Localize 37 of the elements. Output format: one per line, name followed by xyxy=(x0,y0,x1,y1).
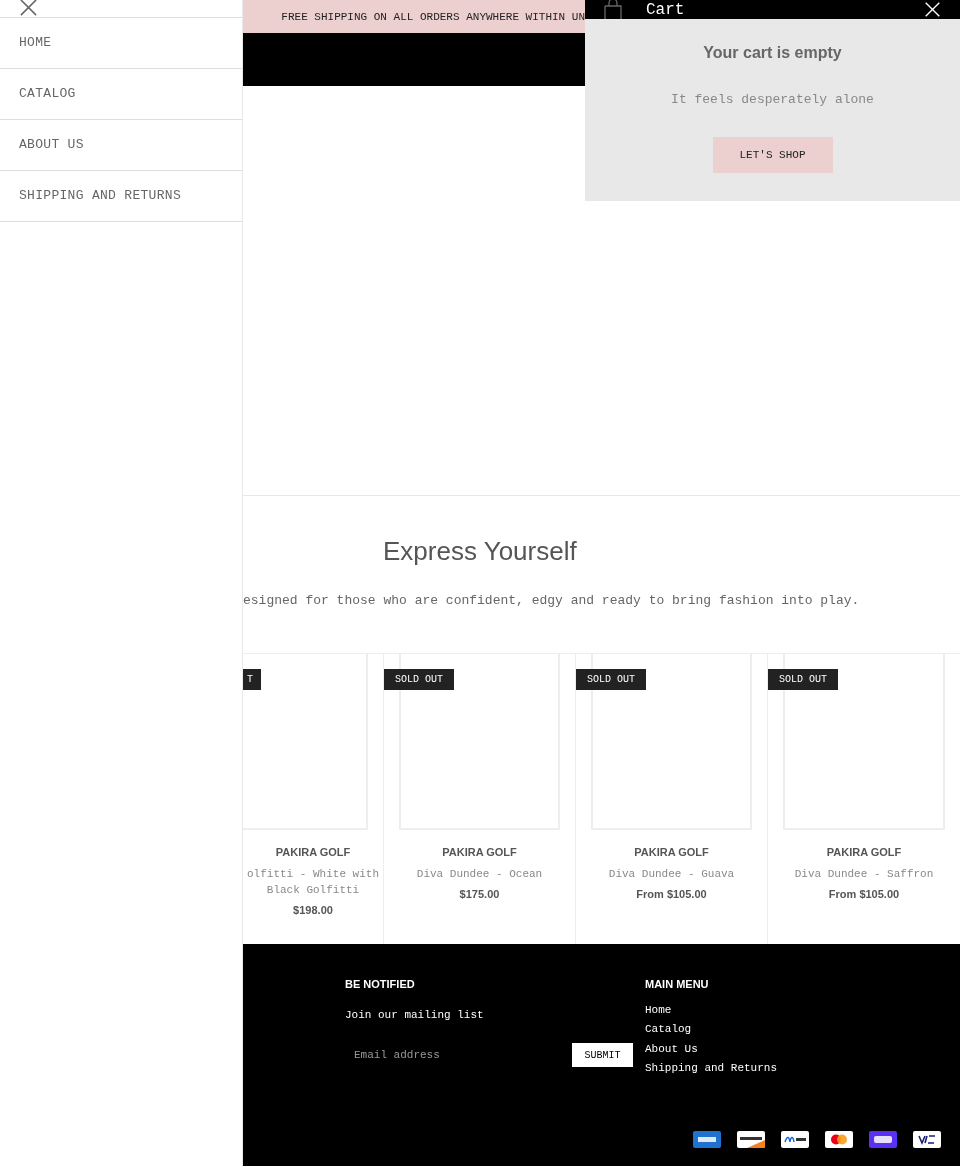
cart-title: Cart xyxy=(646,0,686,19)
footer-menu-link[interactable]: Catalog xyxy=(645,1022,778,1038)
cart-empty-title: Your cart is empty xyxy=(703,44,842,62)
newsletter-heading: BE NOTIFIED xyxy=(345,978,416,990)
product-name[interactable]: Diva Dundee - Guava xyxy=(584,866,759,882)
product-vendor: PAKIRA GOLF xyxy=(633,846,710,858)
product-price: From $105.00 xyxy=(827,888,901,900)
product-price: $175.00 xyxy=(458,888,501,900)
product-vendor: PAKIRA GOLF xyxy=(825,846,903,858)
sold-out-badge: SOLD OUT xyxy=(384,669,454,690)
product-name[interactable]: olfitti - White with Black Golfitti xyxy=(243,866,383,898)
footer-menu-link[interactable]: Home xyxy=(645,1003,778,1019)
menu-item[interactable]: CATALOG xyxy=(0,69,242,120)
product-vendor: PAKIRA GOLF xyxy=(274,846,352,858)
product-vendor: PAKIRA GOLF xyxy=(441,846,518,858)
sold-out-badge: SOLD OUT xyxy=(576,669,646,690)
announcement-text: FREE SHIPPING ON ALL ORDERS ANYWHERE WITHIN UN xyxy=(281,10,585,23)
lets-shop-button[interactable]: LET'S SHOP xyxy=(712,137,833,173)
cart-empty-text: It feels desperately alone xyxy=(671,92,874,107)
footer-menu-link[interactable]: Shipping and Returns xyxy=(645,1061,778,1077)
menu-item[interactable]: SHIPPING AND RETURNS xyxy=(0,171,242,222)
mastercard-icon xyxy=(825,1131,853,1148)
product-name[interactable]: Diva Dundee - Ocean xyxy=(392,866,567,882)
menu-item[interactable]: ABOUT US xyxy=(0,120,242,171)
collection-description: esigned for those who are confident, edgy and ready to bring fashion into play. xyxy=(243,593,861,608)
menu-heading: MAIN MENU xyxy=(645,978,710,990)
product-name[interactable]: Diva Dundee - Saffron xyxy=(776,866,952,882)
sold-out-badge: SOLD OUT xyxy=(768,669,838,690)
sold-out-badge: T xyxy=(243,669,261,690)
submit-button[interactable]: SUBMIT xyxy=(572,1043,633,1067)
product-price: From $105.00 xyxy=(635,888,708,900)
product-price: $198.00 xyxy=(292,904,334,916)
newsletter-text: Join our mailing list xyxy=(345,1009,485,1021)
footer-menu-link[interactable]: About Us xyxy=(645,1041,778,1058)
menu-item[interactable]: HOME xyxy=(0,18,242,69)
collection-title: Express Yourself xyxy=(382,535,578,567)
shopping-bag-icon xyxy=(604,0,622,19)
